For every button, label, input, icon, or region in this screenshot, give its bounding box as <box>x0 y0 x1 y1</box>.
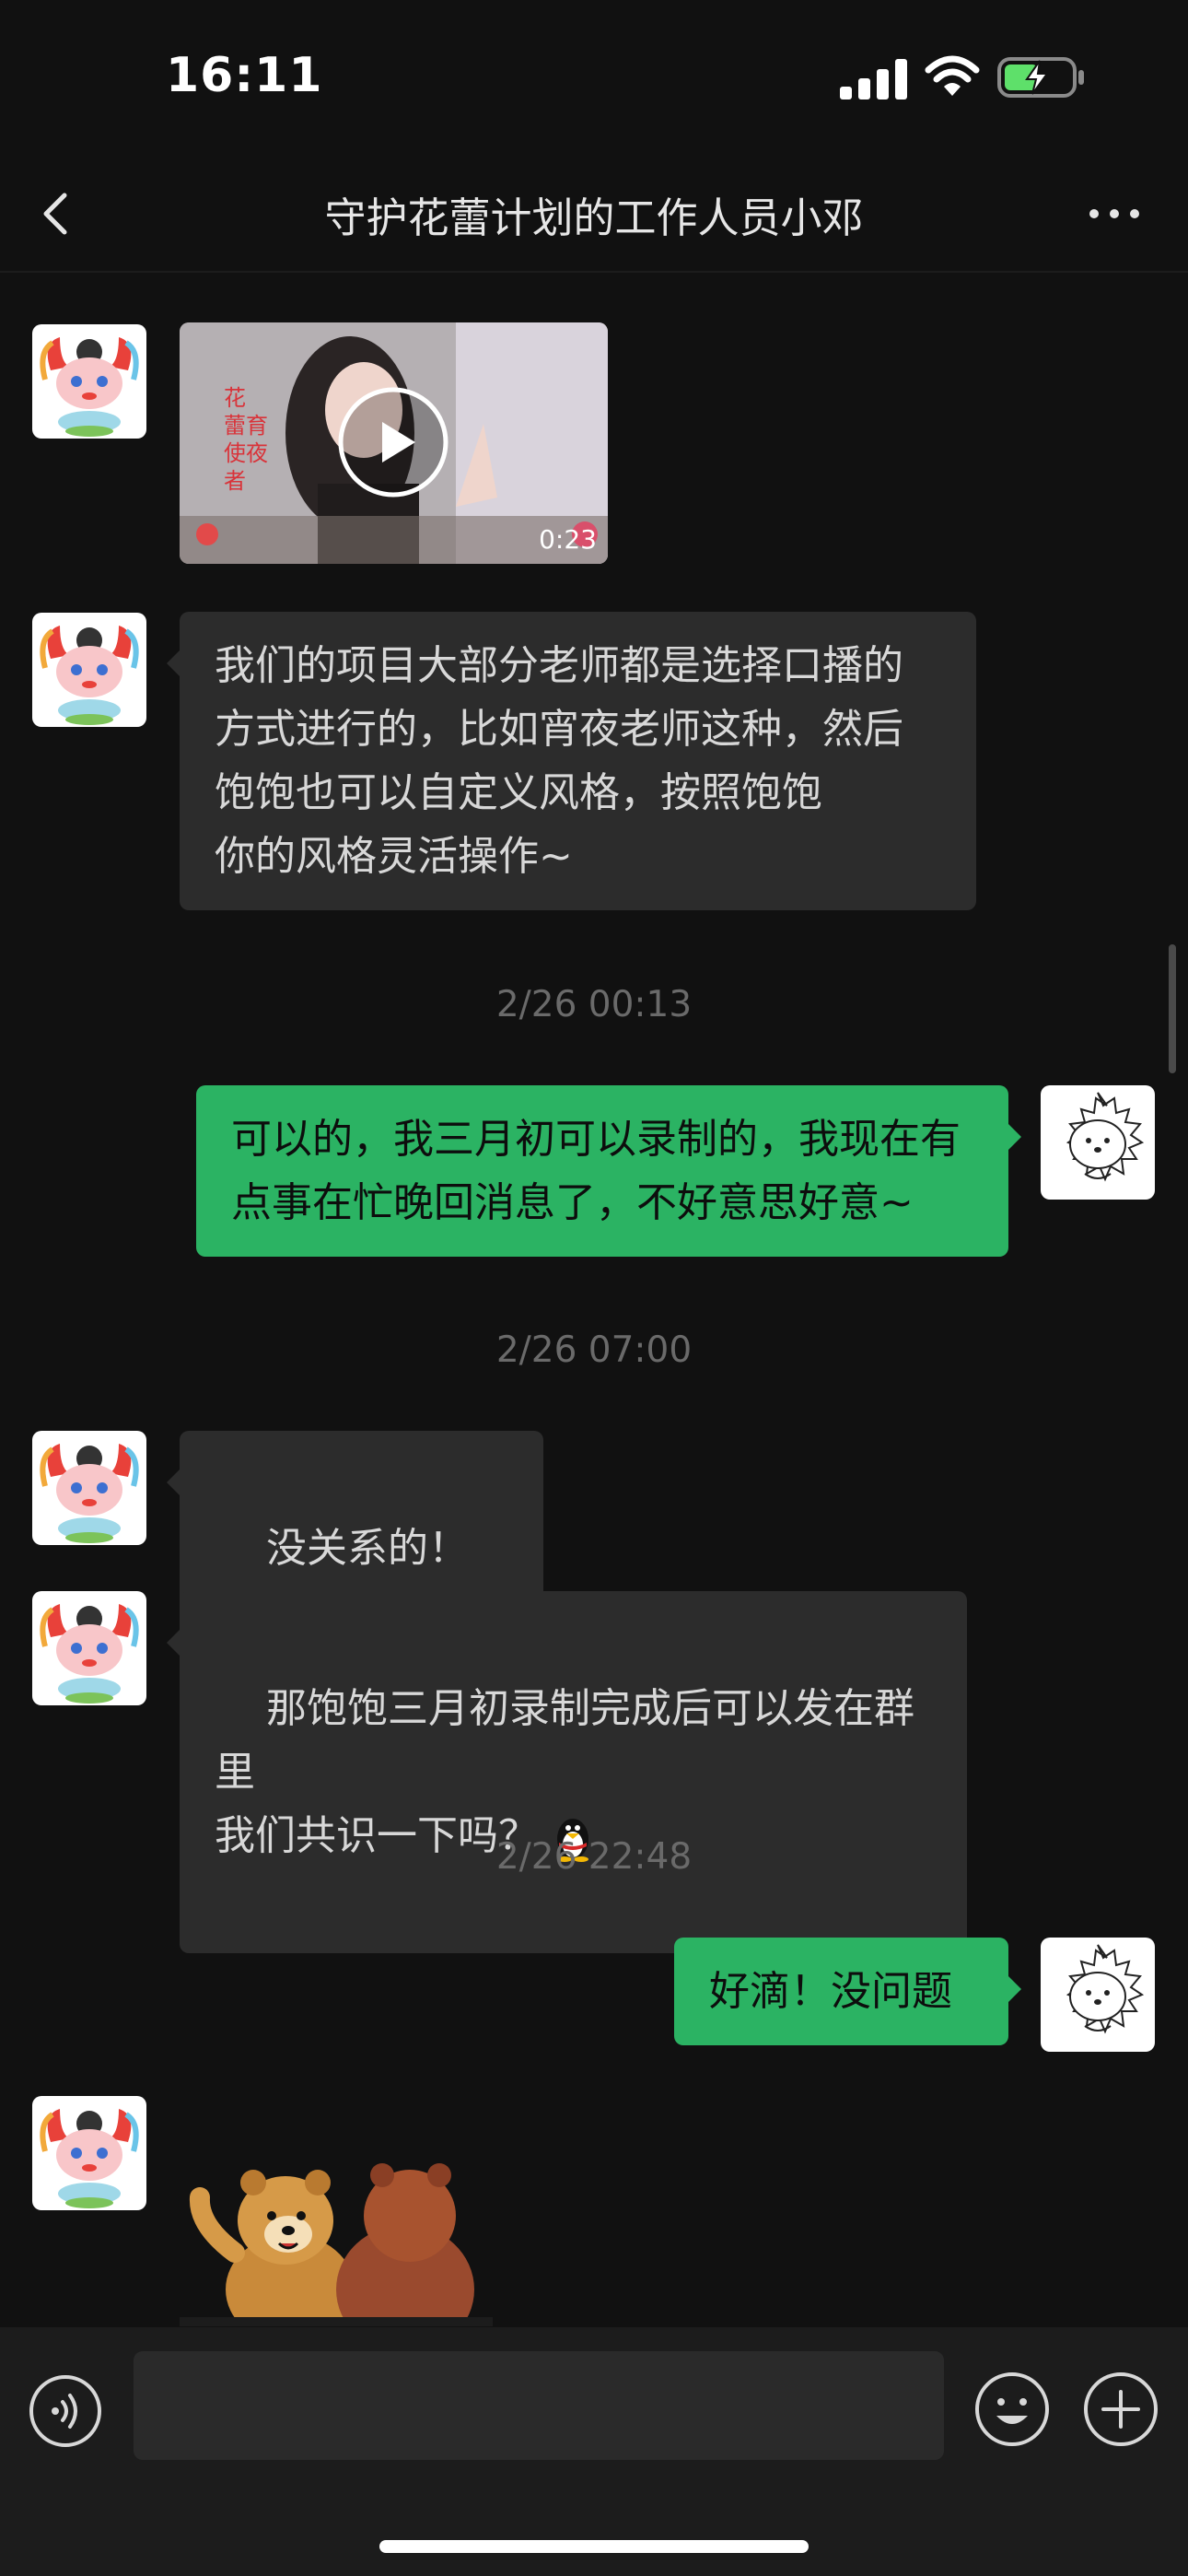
video-duration: 0:23 <box>539 524 597 555</box>
svg-text:蕾育: 蕾育 <box>224 413 268 439</box>
svg-text:者: 者 <box>224 468 246 494</box>
chat-title: 守护花蕾计划的工作人员小邓 <box>324 193 864 242</box>
home-indicator[interactable] <box>379 2540 809 2553</box>
signal-icon <box>840 59 907 100</box>
contact-avatar[interactable] <box>32 613 146 727</box>
status-time: 16:11 <box>166 48 323 103</box>
timestamp: 2/26 07:00 <box>495 1329 693 1371</box>
nav-bar: 守护花蕾计划的工作人员小邓 <box>0 157 1188 273</box>
my-avatar[interactable] <box>1041 1085 1155 1200</box>
play-icon[interactable] <box>336 385 450 499</box>
contact-avatar[interactable] <box>32 1431 146 1545</box>
input-bar <box>0 2327 1188 2576</box>
svg-text:使夜: 使夜 <box>224 440 268 466</box>
svg-text:花: 花 <box>224 385 246 411</box>
contact-avatar[interactable] <box>32 2096 146 2210</box>
bears-sticker[interactable] <box>180 2142 493 2326</box>
timestamp: 2/26 22:48 <box>495 1836 693 1878</box>
status-bar: 16:11 <box>0 0 1188 157</box>
more-dots-icon[interactable] <box>1077 177 1151 251</box>
scroll-indicator[interactable] <box>1169 944 1176 1073</box>
back-button[interactable] <box>28 177 92 251</box>
contact-avatar[interactable] <box>32 1591 146 1705</box>
chat-screen: 16:11 守护花蕾计划的工作人员小邓 花 蕾育 使夜 者 0:23 我们的项目… <box>0 0 1188 2576</box>
message-text: 没关系的！ <box>265 1525 469 1572</box>
message-input[interactable] <box>134 2351 944 2460</box>
my-avatar[interactable] <box>1041 1938 1155 2052</box>
battery-charging-icon <box>997 57 1084 98</box>
plus-icon[interactable] <box>1081 2370 1160 2449</box>
video-message[interactable]: 花 蕾育 使夜 者 0:23 <box>180 322 608 564</box>
voice-icon[interactable] <box>28 2373 103 2449</box>
timestamp: 2/26 00:13 <box>495 984 693 1025</box>
incoming-message[interactable]: 我们的项目大部分老师都是选择口播的 方式进行的，比如宵夜老师这种，然后 饱饱也可… <box>167 612 976 910</box>
outgoing-message[interactable]: 可以的，我三月初可以录制的，我现在有 点事在忙晚回消息了，不好意思好意~ <box>196 1085 1021 1257</box>
contact-avatar[interactable] <box>32 324 146 439</box>
wifi-icon <box>925 55 980 96</box>
emoji-icon[interactable] <box>973 2370 1052 2449</box>
incoming-message[interactable]: 那饱饱三月初录制完成后可以发在群里 我们共识一下吗？ <box>167 1591 967 1953</box>
outgoing-message[interactable]: 好滴！没问题 <box>674 1938 1021 2045</box>
